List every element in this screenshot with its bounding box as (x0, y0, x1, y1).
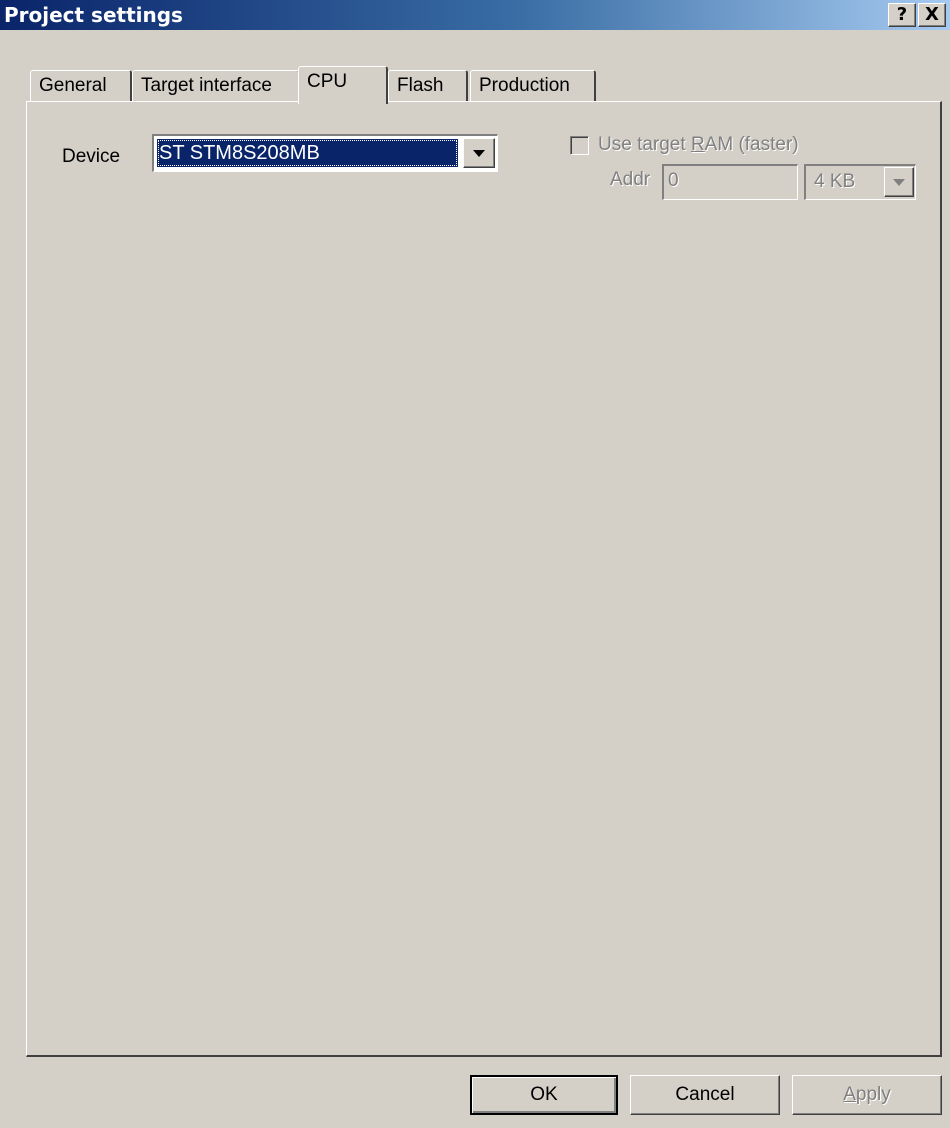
device-selected-value: ST STM8S208MB (157, 139, 458, 167)
use-target-ram-label-suffix: AM (faster) (704, 134, 799, 155)
use-target-ram-checkbox[interactable] (570, 136, 589, 155)
tab-production-label: Production (479, 75, 570, 96)
chevron-down-icon (893, 179, 905, 186)
tab-general[interactable]: General (30, 70, 132, 102)
addr-input[interactable]: 0 (662, 164, 798, 200)
addr-label: Addr (610, 169, 651, 190)
tab-flash[interactable]: Flash (388, 70, 468, 102)
ram-size-combobox[interactable]: 4 KB (804, 164, 916, 200)
help-button[interactable]: ? (888, 3, 916, 27)
tab-target-interface[interactable]: Target interface (132, 70, 300, 102)
cpu-tab-panel (26, 101, 942, 1057)
help-icon: ? (896, 4, 908, 25)
device-combobox[interactable]: ST STM8S208MB (152, 134, 498, 172)
tab-general-label: General (39, 75, 107, 96)
use-target-ram-label-prefix: Use target (598, 134, 691, 155)
tab-cpu[interactable]: CPU (298, 66, 388, 104)
tab-cpu-label: CPU (307, 71, 348, 92)
close-button[interactable]: X (918, 3, 946, 27)
window-title: Project settings (4, 3, 183, 27)
use-target-ram-label: Use target RAM (faster) (598, 134, 799, 156)
tab-flash-label: Flash (397, 75, 444, 96)
device-label: Device (62, 146, 121, 167)
apply-button[interactable]: Apply (792, 1075, 942, 1115)
apply-mnemonic: A (843, 1084, 856, 1105)
ok-button[interactable]: OK (470, 1075, 618, 1115)
chevron-down-icon (473, 150, 485, 157)
close-icon: X (925, 4, 939, 25)
ram-size-dropdown-button[interactable] (884, 167, 914, 197)
use-target-ram-mnemonic: R (690, 134, 705, 155)
tab-target-interface-label: Target interface (141, 75, 272, 96)
apply-label-rest: pply (855, 1084, 891, 1105)
tab-production[interactable]: Production (470, 70, 596, 102)
cancel-button[interactable]: Cancel (630, 1075, 780, 1115)
device-dropdown-button[interactable] (463, 138, 495, 168)
title-bar[interactable]: Project settings ? X (0, 0, 950, 30)
ram-size-value: 4 KB (814, 171, 856, 192)
